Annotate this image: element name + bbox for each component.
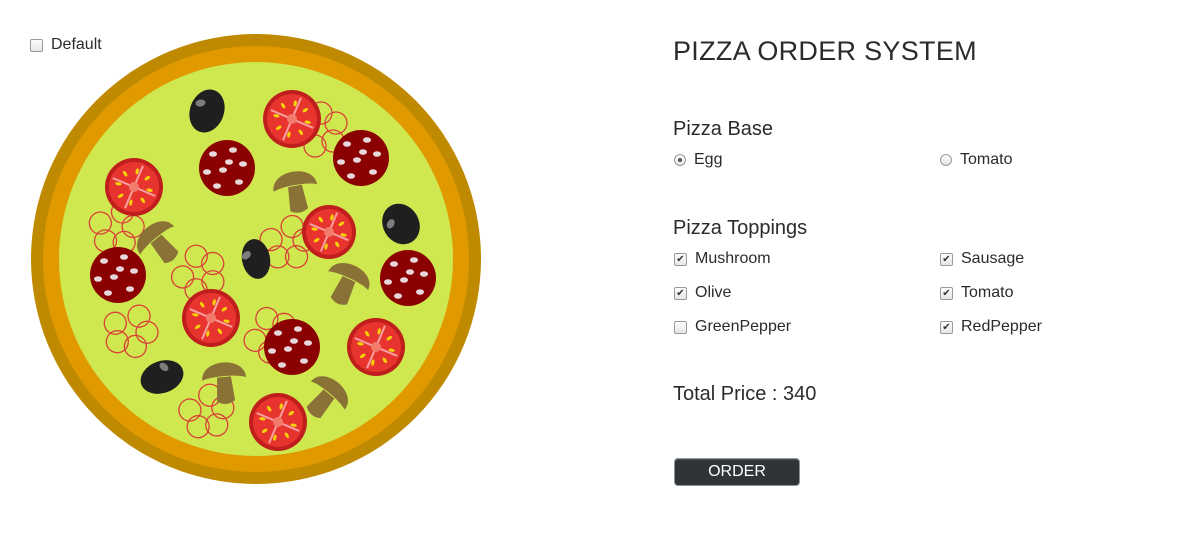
sausage-topping [90,247,146,303]
sausage-checkbox[interactable]: ✔ [940,252,953,266]
tomato-slice-topping [263,90,321,148]
sausage-topping [199,140,255,196]
tomato-slice-topping [249,393,307,451]
base-tomato-label: Tomato [960,151,1013,168]
topping-tomato[interactable]: ✔ Tomato [940,284,1013,302]
sausage-topping [264,319,320,375]
order-button[interactable]: ORDER [674,458,800,486]
redpepper-label: RedPepper [961,318,1042,335]
tomato-slice-topping [347,318,405,376]
pizza-base-heading: Pizza Base [673,118,774,140]
olive-label: Olive [695,284,732,301]
base-option-tomato[interactable]: Tomato [940,151,1012,169]
tomato-checkbox[interactable]: ✔ [940,286,953,300]
topping-greenpepper[interactable]: GreenPepper [674,318,791,336]
topping-olive[interactable]: ✔ Olive [674,284,731,302]
tomato-slice-topping [105,158,163,216]
pizza-preview [31,34,481,484]
pizza-toppings-heading: Pizza Toppings [673,217,808,239]
greenpepper-checkbox[interactable] [674,320,687,334]
base-egg-label: Egg [694,151,723,168]
redpepper-checkbox[interactable]: ✔ [940,320,953,334]
sausage-label: Sausage [961,250,1025,267]
sausage-topping [333,130,389,186]
total-price: Total Price : 340 [673,383,817,405]
page-title: PIZZA ORDER SYSTEM [673,36,977,66]
mushroom-checkbox[interactable]: ✔ [674,252,687,266]
base-egg-radio[interactable] [674,154,686,166]
sausage-topping [380,250,436,306]
topping-redpepper[interactable]: ✔ RedPepper [940,318,1042,336]
olive-checkbox[interactable]: ✔ [674,286,687,300]
greenpepper-label: GreenPepper [695,318,792,335]
topping-mushroom[interactable]: ✔ Mushroom [674,250,771,268]
mushroom-label: Mushroom [695,250,771,267]
tomato-slice-topping [302,205,356,259]
topping-sausage[interactable]: ✔ Sausage [940,250,1024,268]
base-option-egg[interactable]: Egg [674,151,722,169]
tomato-slice-topping [182,289,240,347]
base-tomato-radio[interactable] [940,154,952,166]
tomato-label: Tomato [961,284,1014,301]
